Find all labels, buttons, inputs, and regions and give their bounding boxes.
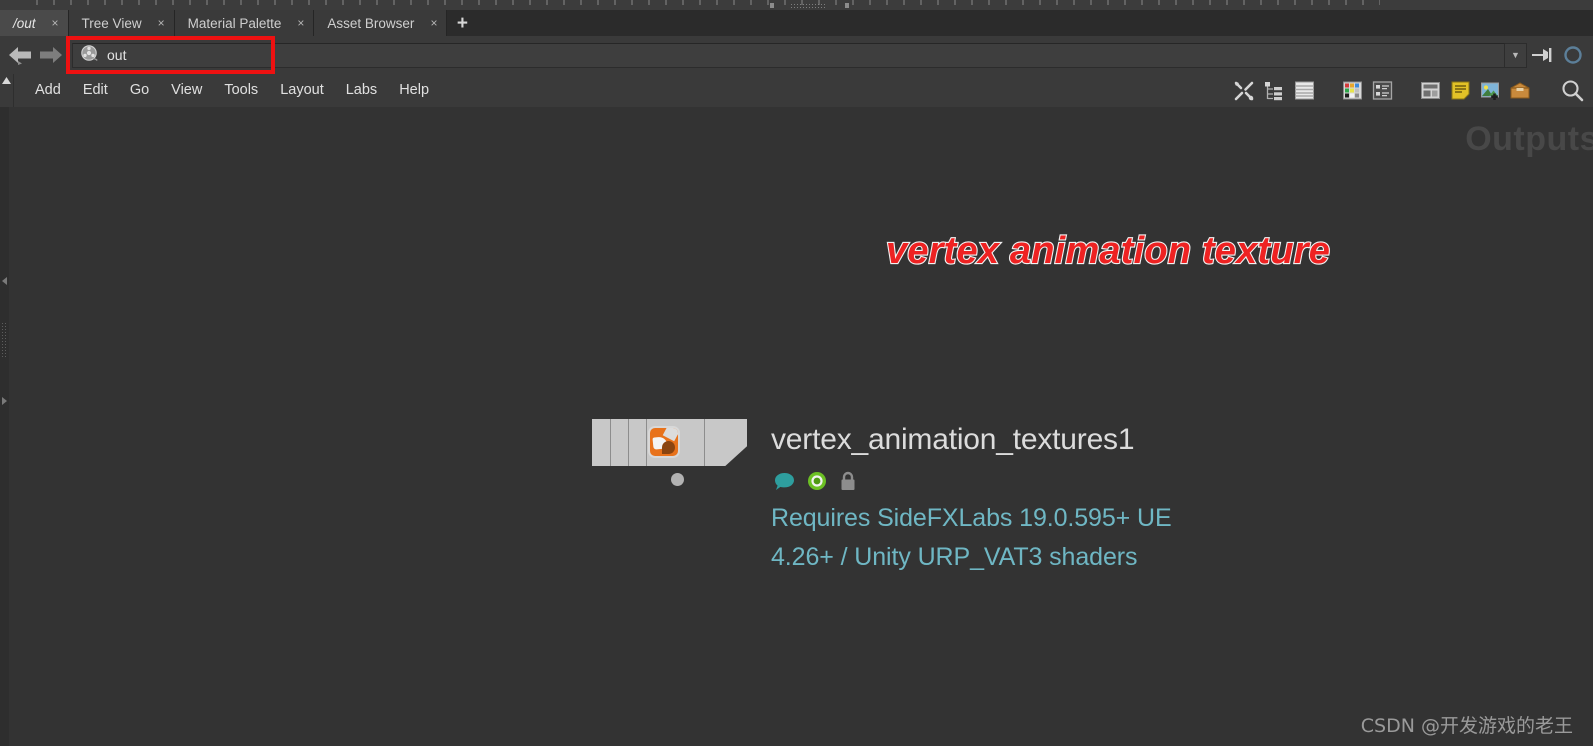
node-comment-text: Requires SideFXLabs 19.0.595+ UE 4.26+ /… xyxy=(771,499,1172,576)
forward-button[interactable] xyxy=(36,42,64,68)
menu-scroll-up-button[interactable] xyxy=(0,74,14,107)
path-extra-button[interactable] xyxy=(1559,42,1587,68)
node-body[interactable] xyxy=(590,417,749,468)
node-badges xyxy=(774,471,857,496)
node-comment-line-2: 4.26+ / Unity URP_VAT3 shaders xyxy=(771,542,1138,571)
menu-tools[interactable]: Tools xyxy=(213,74,269,107)
node-stripe xyxy=(646,419,647,466)
color-palette-icon[interactable] xyxy=(1337,77,1367,105)
node-comment-line-1: Requires SideFXLabs 19.0.595+ UE xyxy=(771,504,1172,532)
tab-tree-view[interactable]: Tree View × xyxy=(68,10,175,36)
tab-label: Material Palette xyxy=(187,15,282,31)
network-editor-canvas[interactable]: Outputs vertex animation texture vertex_… xyxy=(9,107,1593,746)
sticky-note-icon[interactable] xyxy=(1445,77,1475,105)
path-value: out xyxy=(107,47,127,63)
menu-help[interactable]: Help xyxy=(388,74,440,107)
layout-panes-icon[interactable] xyxy=(1415,77,1445,105)
search-icon[interactable] xyxy=(1557,77,1587,105)
houdini-window: /out × Tree View × Material Palette × As… xyxy=(0,0,1593,746)
lock-badge-icon[interactable] xyxy=(839,471,857,496)
splitter-expand-right-icon[interactable] xyxy=(2,397,7,405)
path-dropdown-button[interactable]: ▼ xyxy=(1505,42,1527,68)
back-button[interactable] xyxy=(6,42,34,68)
title-bar-text-remnant xyxy=(30,0,1380,5)
menu-labs[interactable]: Labs xyxy=(335,74,388,107)
menu-add[interactable]: Add xyxy=(24,74,72,107)
menu-view[interactable]: View xyxy=(160,74,213,107)
menu-go[interactable]: Go xyxy=(119,74,160,107)
node-stripe xyxy=(610,419,611,466)
menu-edit[interactable]: Edit xyxy=(72,74,119,107)
close-icon[interactable]: × xyxy=(158,17,165,29)
network-toolbar xyxy=(1229,74,1593,107)
tab-label: /out xyxy=(13,15,36,31)
path-field-wrap: out ▼ xyxy=(72,42,1527,68)
comment-badge-icon[interactable] xyxy=(774,472,795,496)
close-icon[interactable]: × xyxy=(430,17,437,29)
tab-label: Tree View xyxy=(81,15,142,31)
pin-button[interactable] xyxy=(1529,42,1557,68)
csdn-watermark: CSDN @开发游戏的老王 xyxy=(1360,715,1573,737)
tools-wrench-icon[interactable] xyxy=(1229,77,1259,105)
film-reel-icon xyxy=(80,45,99,65)
tab-label: Asset Browser xyxy=(327,15,415,31)
add-tab-button[interactable]: + xyxy=(447,10,478,36)
tab-material-palette[interactable]: Material Palette × xyxy=(174,10,315,36)
menu-items: Add Edit Go View Tools Layout Labs Help xyxy=(14,74,440,107)
menu-bar: Add Edit Go View Tools Layout Labs Help xyxy=(0,74,1593,108)
layers-icon[interactable] xyxy=(1289,77,1319,105)
menu-layout[interactable]: Layout xyxy=(269,74,335,107)
close-icon[interactable]: × xyxy=(52,17,59,29)
tab-out[interactable]: /out × xyxy=(0,10,69,36)
tab-asset-browser[interactable]: Asset Browser × xyxy=(314,10,448,36)
node-name-label: vertex_animation_textures1 xyxy=(771,423,1135,456)
tab-strip: /out × Tree View × Material Palette × As… xyxy=(0,10,1593,36)
title-bar-mark-right xyxy=(845,3,849,8)
annotation-headline-text: vertex animation texture xyxy=(885,229,1331,273)
close-icon[interactable]: × xyxy=(297,17,304,29)
path-input[interactable]: out xyxy=(72,42,1505,68)
display-flag-badge-icon[interactable] xyxy=(807,471,827,496)
asset-box-icon[interactable] xyxy=(1505,77,1535,105)
tree-list-icon[interactable] xyxy=(1259,77,1289,105)
title-bar-mark-left xyxy=(770,3,774,8)
node-output-connector[interactable] xyxy=(671,473,684,486)
node-stripe xyxy=(628,419,629,466)
chevron-down-icon: ▼ xyxy=(1511,49,1520,60)
title-bar-grip[interactable] xyxy=(790,3,826,9)
splitter-grip[interactable] xyxy=(1,322,7,358)
image-add-icon[interactable] xyxy=(1475,77,1505,105)
splitter-collapse-left-icon[interactable] xyxy=(2,277,7,285)
vertex-animation-textures-icon xyxy=(648,426,680,458)
node-stripe xyxy=(704,419,705,466)
detail-list-icon[interactable] xyxy=(1367,77,1397,105)
node-vertex-animation-textures1[interactable]: vertex_animation_textures1 Requires Side… xyxy=(590,417,1172,571)
tab-strip-filler xyxy=(477,10,1593,36)
network-context-watermark: Outputs xyxy=(1465,120,1593,158)
path-bar: out ▼ xyxy=(0,36,1593,74)
